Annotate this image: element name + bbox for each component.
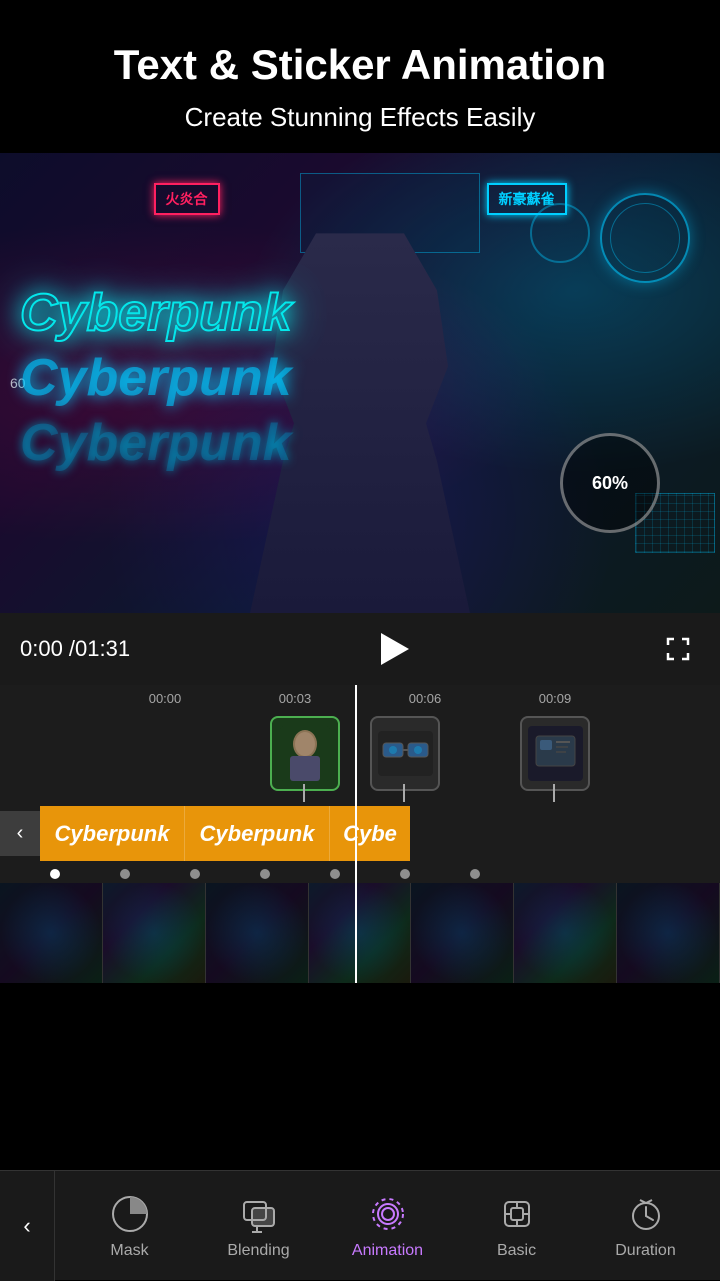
animation-icon (366, 1192, 410, 1236)
basic-label: Basic (497, 1242, 536, 1260)
sticker-thumb-1 (275, 724, 335, 784)
toolbar-item-blending[interactable]: Blending (219, 1192, 299, 1260)
percent-value: 60% (592, 473, 628, 494)
mask-label: Mask (110, 1242, 148, 1260)
hud-circle-large (600, 193, 690, 283)
film-frame-6 (514, 883, 617, 983)
percent-indicator: 60% (560, 433, 660, 533)
cyber-text-2: Cyberpunk (20, 348, 292, 408)
film-frame-2 (103, 883, 206, 983)
film-frame-1 (0, 883, 103, 983)
ruler-marks: 00:00 00:03 00:06 00:09 (0, 691, 720, 706)
dot-6 (400, 869, 410, 879)
connector-3 (553, 784, 555, 802)
film-frame-5 (411, 883, 514, 983)
video-preview: 火炎合 新豪蘇雀 60 Cyberpunk Cyberpunk Cyberpun… (0, 153, 720, 613)
blending-icon (237, 1192, 281, 1236)
toolbar-item-animation[interactable]: Animation (348, 1192, 428, 1260)
mask-icon (108, 1192, 152, 1236)
sticker-track (0, 712, 720, 802)
fullscreen-button[interactable] (656, 627, 700, 671)
text-track-back-button[interactable]: ‹ (0, 811, 40, 856)
dot-3 (190, 869, 200, 879)
sticker-3[interactable] (520, 716, 590, 791)
video-background: 火炎合 新豪蘇雀 60 Cyberpunk Cyberpunk Cyberpun… (0, 153, 720, 613)
duration-icon (624, 1192, 668, 1236)
film-frame-7 (617, 883, 720, 983)
play-button[interactable] (371, 627, 415, 671)
film-frame-4 (309, 883, 412, 983)
connector-2 (403, 784, 405, 802)
blending-label: Blending (227, 1242, 289, 1260)
page-title: Text & Sticker Animation (20, 40, 700, 90)
sticker-2[interactable] (370, 716, 440, 791)
header-section: Text & Sticker Animation Create Stunning… (0, 0, 720, 153)
dot-1 (50, 869, 60, 879)
fullscreen-icon (664, 635, 692, 663)
toolbar-item-duration[interactable]: Duration (606, 1192, 686, 1260)
toolbar-items: Mask Blending A (55, 1192, 720, 1260)
ruler-mark-1: 00:03 (230, 691, 360, 706)
neon-sign-1: 火炎合 (154, 183, 220, 215)
play-icon (381, 633, 409, 665)
dot-5 (330, 869, 340, 879)
dots-row (0, 865, 720, 883)
filmstrip (0, 883, 720, 983)
timeline-section: 00:00 00:03 00:06 00:09 (0, 685, 720, 983)
text-block-3[interactable]: Cybe (330, 806, 410, 861)
nav-back-button[interactable]: ‹ (0, 1171, 55, 1281)
sticker-1[interactable] (270, 716, 340, 791)
ruler-mark-3: 00:09 (490, 691, 620, 706)
playhead (355, 685, 357, 983)
connector-1 (303, 784, 305, 802)
toolbar-item-mask[interactable]: Mask (90, 1192, 170, 1260)
timeline-ruler: 00:00 00:03 00:06 00:09 (0, 685, 720, 712)
sticker-thumb-2 (375, 724, 435, 784)
time-display: 0:00 /01:31 (20, 636, 130, 662)
toolbar-item-basic[interactable]: Basic (477, 1192, 557, 1260)
bottom-toolbar: ‹ Mask Blending (0, 1170, 720, 1280)
dot-7 (470, 869, 480, 879)
animation-label: Animation (352, 1242, 423, 1260)
page-subtitle: Create Stunning Effects Easily (20, 102, 700, 133)
sticker-thumb-3 (525, 724, 585, 784)
duration-label: Duration (615, 1242, 675, 1260)
film-frame-3 (206, 883, 309, 983)
text-block-1[interactable]: Cyberpunk (40, 806, 185, 861)
ruler-mark-0: 00:00 (100, 691, 230, 706)
text-block-2[interactable]: Cyberpunk (185, 806, 330, 861)
ruler-mark-2: 00:06 (360, 691, 490, 706)
dot-4 (260, 869, 270, 879)
playback-bar: 0:00 /01:31 (0, 613, 720, 685)
basic-icon (495, 1192, 539, 1236)
cyber-text-1: Cyberpunk (20, 283, 292, 343)
text-track: ‹ Cyberpunk Cyberpunk Cybe (0, 806, 720, 861)
dot-2 (120, 869, 130, 879)
cyber-text-3: Cyberpunk (20, 413, 292, 473)
text-blocks: Cyberpunk Cyberpunk Cybe (40, 806, 720, 861)
hud-circle-small (530, 203, 590, 263)
